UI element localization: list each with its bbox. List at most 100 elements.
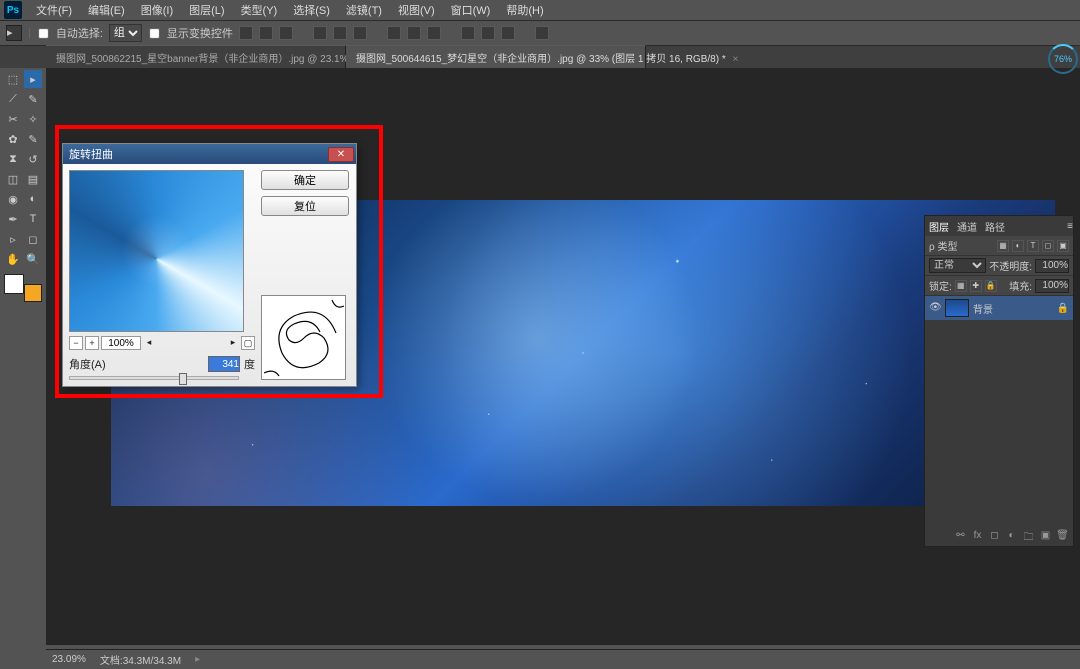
dodge-tool[interactable]: ◐ [24,190,42,208]
new-layer-icon[interactable]: ▣ [1039,530,1052,543]
menu-filter[interactable]: 滤镜(T) [338,2,390,18]
3d-mode-icon[interactable] [535,26,549,40]
background-swatch[interactable] [24,284,42,302]
group-icon[interactable]: 🗀 [1022,530,1035,543]
color-swatches[interactable] [4,274,42,302]
align-icon-2[interactable] [259,26,273,40]
zoom-left-icon[interactable]: ◂ [143,337,155,349]
layer-thumb[interactable] [945,299,969,317]
fill-field[interactable] [1035,279,1069,293]
status-docinfo[interactable]: 文档:34.3M/34.3M [100,652,181,667]
align-icon-3[interactable] [279,26,293,40]
lock-pixels-icon[interactable]: ▦ [955,280,967,292]
move-tool[interactable]: ⬚ [4,70,22,88]
crop-tool[interactable]: ✂ [4,110,22,128]
foreground-swatch[interactable] [4,274,24,294]
distribute-icon-1[interactable] [387,26,401,40]
doc-tab-1[interactable]: 摄图网_500644615_梦幻星空（非企业商用）.jpg @ 33% (图层 … [346,45,646,68]
panel-tab-channels[interactable]: 通道 [957,219,977,234]
distribute-icon-6[interactable] [501,26,515,40]
menu-edit[interactable]: 编辑(E) [80,2,133,18]
layer-row[interactable]: 👁 背景 🔒 [925,296,1073,320]
menu-help[interactable]: 帮助(H) [498,2,551,18]
distribute-icon-3[interactable] [427,26,441,40]
eyedropper-tool[interactable]: ✧ [24,110,42,128]
lasso-tool[interactable]: ⟋ [4,90,22,108]
panel-tab-layers[interactable]: 图层 [929,219,949,234]
reset-button[interactable]: 复位 [261,196,349,216]
panel-tabbar: 图层 通道 路径 ≡ [925,216,1073,236]
pen-tool[interactable]: ✒ [4,210,22,228]
close-icon[interactable]: × [733,54,739,65]
menu-type[interactable]: 类型(Y) [233,2,286,18]
filter-smart-icon[interactable]: ▣ [1057,240,1069,252]
menu-image[interactable]: 图像(I) [133,2,181,18]
opacity-field[interactable] [1035,259,1069,273]
mask-icon[interactable]: ◻ [988,530,1001,543]
ok-button[interactable]: 确定 [261,170,349,190]
eraser-tool[interactable]: ◫ [4,170,22,188]
quick-select-tool[interactable]: ✎ [24,90,42,108]
blur-tool[interactable]: ◉ [4,190,22,208]
blend-mode-dropdown[interactable]: 正常 [929,258,986,273]
hand-tool[interactable]: ✋ [4,250,22,268]
distribute-icon-2[interactable] [407,26,421,40]
align-icon-5[interactable] [333,26,347,40]
zoom-tool[interactable]: 🔍 [24,250,42,268]
auto-select-check[interactable] [38,28,48,38]
align-icon-1[interactable] [239,26,253,40]
filter-shape-icon[interactable]: ◻ [1042,240,1054,252]
lock-all-icon[interactable]: 🔒 [985,280,997,292]
auto-select-label: 自动选择: [56,25,103,41]
distribute-icon-4[interactable] [461,26,475,40]
menu-layer[interactable]: 图层(L) [181,2,232,18]
menu-select[interactable]: 选择(S) [285,2,338,18]
align-icon-4[interactable] [313,26,327,40]
stamp-tool[interactable]: ⧗ [4,150,22,168]
distribute-icon-5[interactable] [481,26,495,40]
angle-field[interactable] [208,356,240,372]
type-tool[interactable]: T [24,210,42,228]
zoom-right-icon[interactable]: ▸ [227,337,239,349]
dialog-titlebar[interactable]: 旋转扭曲 ✕ [63,144,356,164]
lock-position-icon[interactable]: ✚ [970,280,982,292]
align-icon-6[interactable] [353,26,367,40]
heal-tool[interactable]: ✿ [4,130,22,148]
adjustment-icon[interactable]: ◐ [1005,530,1018,543]
zoom-out-button[interactable]: − [69,336,83,350]
menu-file[interactable]: 文件(F) [28,2,80,18]
path-select-tool[interactable]: ▹ [4,230,22,248]
filter-pixel-icon[interactable]: ▦ [997,240,1009,252]
swirl-icon [264,298,344,378]
panel-tab-paths[interactable]: 路径 [985,219,1005,234]
kind-label: ρ 类型 [929,238,957,253]
show-transform-check[interactable] [149,28,159,38]
layer-name[interactable]: 背景 [973,301,993,316]
brush-tool[interactable]: ✎ [24,130,42,148]
zoom-in-button[interactable]: + [85,336,99,350]
active-tool-icon[interactable]: ▸ [6,25,22,41]
artboard-tool[interactable]: ▸ [24,70,42,88]
menu-view[interactable]: 视图(V) [390,2,443,18]
auto-select-dropdown[interactable]: 组 [109,24,142,42]
filter-preview[interactable] [69,170,244,332]
status-arrow-icon[interactable]: ▸ [195,654,200,665]
dialog-close-button[interactable]: ✕ [328,147,354,162]
preview-zoom-field[interactable] [101,336,141,350]
angle-slider[interactable] [69,376,239,380]
link-icon[interactable]: ⚯ [954,530,967,543]
fit-button[interactable]: ▢ [241,336,255,350]
menu-window[interactable]: 窗口(W) [443,2,499,18]
status-zoom[interactable]: 23.09% [52,654,86,665]
gradient-tool[interactable]: ▤ [24,170,42,188]
fx-icon[interactable]: fx [971,530,984,543]
visibility-icon[interactable]: 👁 [929,302,941,314]
filter-type-icon[interactable]: T [1027,240,1039,252]
doc-tab-0[interactable]: 摄图网_500862215_星空banner背景（非企业商用）.jpg @ 23… [46,45,346,68]
filter-adjust-icon[interactable]: ◐ [1012,240,1024,252]
shape-tool[interactable]: ◻ [24,230,42,248]
slider-thumb[interactable] [179,373,187,385]
trash-icon[interactable]: 🗑 [1056,530,1069,543]
panel-menu-icon[interactable]: ≡ [1067,221,1073,232]
history-brush-tool[interactable]: ↺ [24,150,42,168]
